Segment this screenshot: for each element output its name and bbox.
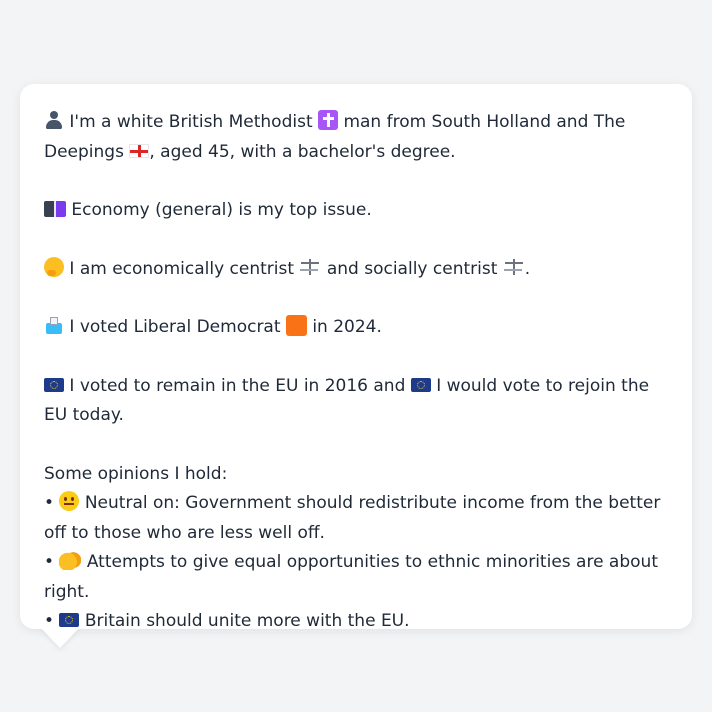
- bubble-tail: [40, 627, 80, 648]
- persona-message-bubble: I'm a white British Methodist man from S…: [20, 84, 692, 631]
- thinking-face-icon: [44, 256, 64, 277]
- bullet: •: [44, 552, 55, 572]
- eu-flag-icon: [410, 377, 431, 392]
- ballot-box-icon: [44, 315, 64, 335]
- england-flag-icon: [129, 143, 150, 158]
- eu-flag-icon: [44, 377, 64, 392]
- stance-text-1: I am economically centrist: [69, 258, 295, 279]
- stance-paragraph: I am economically centrist and socially …: [44, 255, 672, 285]
- balance-scale-icon: [503, 257, 525, 277]
- opinions-heading: Some opinions I hold:: [44, 463, 228, 484]
- intro-text-1: I'm a white British Methodist: [69, 112, 313, 132]
- stance-text-3: .: [524, 258, 531, 279]
- vote-paragraph: I voted Liberal Democrat in 2024.: [44, 313, 672, 343]
- vote-text-1: I voted Liberal Democrat: [69, 317, 281, 337]
- opinion-item-3: Britain should unite more with the EU.: [84, 611, 410, 631]
- bust-in-silhouette-icon: [44, 110, 64, 130]
- intro-paragraph: I'm a white British Methodist man from S…: [44, 108, 672, 167]
- balance-scale-icon: [299, 257, 321, 277]
- top-issue-paragraph: Economy (general) is my top issue.: [44, 196, 672, 226]
- ledger-icon: [44, 201, 66, 217]
- eu-text-1: I voted to remain in the EU in 2016 and: [69, 375, 406, 396]
- top-issue-text: Economy (general) is my top issue.: [71, 200, 372, 220]
- bullet: •: [44, 493, 55, 513]
- stance-text-2: and socially centrist: [326, 258, 498, 279]
- opinions-paragraph: Some opinions I hold: • Neutral on: Gove…: [44, 460, 672, 637]
- opinion-item-1: Neutral on: Government should redistribu…: [44, 493, 661, 543]
- eu-paragraph: I voted to remain in the EU in 2016 and …: [44, 372, 672, 431]
- neutral-face-icon: [59, 491, 80, 511]
- latin-cross-icon: [318, 110, 339, 130]
- eu-flag-icon: [59, 613, 80, 627]
- handshake-icon: [59, 552, 82, 570]
- orange-square-icon: [285, 315, 307, 336]
- intro-text-3: , aged 45, with a bachelor's degree.: [149, 141, 456, 162]
- vote-text-2: in 2024.: [312, 317, 382, 337]
- opinion-item-2: Attempts to give equal opportunities to …: [44, 552, 658, 602]
